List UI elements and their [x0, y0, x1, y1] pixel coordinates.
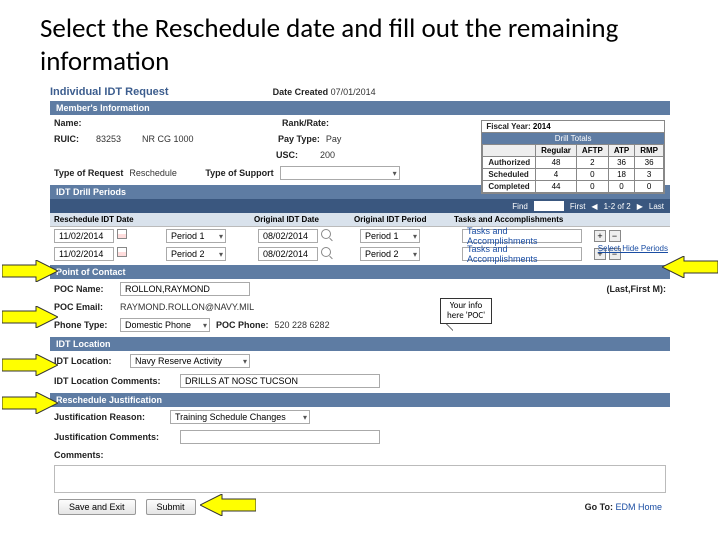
just-comment-input[interactable] [180, 430, 380, 444]
add-row-icon[interactable]: + [594, 230, 606, 242]
name-label: Name: [54, 118, 90, 128]
period-row-2: 11/02/2014 Period 2 08/02/2014 Period 2 … [50, 245, 670, 263]
period-row-1: 11/02/2014 Period 1 08/02/2014 Period 1 … [50, 227, 670, 245]
find-label: Find [512, 202, 528, 211]
save-exit-button[interactable]: Save and Exit [58, 499, 136, 515]
annotation-arrow [200, 494, 256, 516]
form-title: Individual IDT Request [50, 86, 169, 98]
col-orig-period: Original IDT Period [354, 215, 454, 224]
paging-text: 1-2 of 2 [604, 202, 631, 211]
poc-name-label: POC Name: [54, 284, 114, 294]
lastfirst-label: (Last,First M): [607, 284, 667, 294]
type-support-label: Type of Support [205, 168, 273, 178]
poc-email-label: POC Email: [54, 302, 114, 312]
calendar-icon[interactable] [117, 247, 127, 257]
remove-row-icon[interactable]: − [609, 230, 621, 242]
type-request-label: Type of Request [54, 168, 123, 178]
slide-title: Select the Reschedule date and fill out … [0, 0, 720, 86]
tasks-link-2[interactable]: Tasks and Accomplishments [462, 247, 582, 261]
orig-period-1[interactable]: Period 1 [360, 229, 420, 243]
resched-date-2[interactable]: 11/02/2014 [54, 247, 114, 261]
comments-textarea[interactable] [54, 465, 666, 493]
section-member-info: Member's Information [50, 101, 670, 115]
annotation-arrow [2, 306, 58, 328]
ruic-value: 83253 [96, 134, 136, 144]
orig-period-2[interactable]: Period 2 [360, 247, 420, 261]
just-reason-select[interactable]: Training Schedule Changes [170, 410, 310, 424]
goto-label: Go To: [585, 502, 613, 512]
type-support-select[interactable] [280, 166, 400, 180]
submit-button[interactable]: Submit [146, 499, 196, 515]
search-icon[interactable] [321, 229, 331, 239]
section-idt-location: IDT Location [50, 337, 670, 351]
col-resched-date: Reschedule IDT Date [54, 215, 164, 224]
goto-link[interactable]: EDM Home [615, 502, 662, 512]
idt-loc-label: IDT Location: [54, 356, 124, 366]
annotation-arrow [2, 354, 58, 376]
col-orig-date: Original IDT Date [254, 215, 354, 224]
ruic-unit: NR CG 1000 [142, 134, 272, 144]
goto-area: Go To: EDM Home [585, 502, 662, 512]
section-poc: Point of Contact [50, 265, 670, 279]
callout-poc: Your info here 'POC' [440, 298, 492, 324]
drill-col-aftp: AFTP [576, 145, 608, 157]
comments-label: Comments: [54, 450, 104, 460]
drill-col-rmp: RMP [635, 145, 664, 157]
last-link[interactable]: Last [649, 202, 664, 211]
annotation-arrow [662, 256, 718, 278]
just-comment-label: Justification Comments: [54, 432, 174, 442]
usc-value: 200 [320, 150, 335, 160]
period-select-1[interactable]: Period 1 [166, 229, 226, 243]
resched-date-1[interactable]: 11/02/2014 [54, 229, 114, 243]
find-bar: Find Find First ◀ 1-2 of 2 ▶ Last [50, 199, 670, 213]
first-link[interactable]: First [570, 202, 586, 211]
fy-label: Fiscal Year: [486, 122, 530, 131]
poc-phone-label: POC Phone: [216, 320, 269, 330]
orig-date-2[interactable]: 08/02/2014 [258, 247, 318, 261]
poc-phone-value: 520 228 6282 [275, 320, 330, 330]
col-tasks: Tasks and Accomplishments [454, 215, 584, 224]
drill-row-auth: Authorized [483, 157, 536, 169]
date-created-label: Date Created [273, 87, 329, 97]
paytype-label: Pay Type: [278, 134, 320, 144]
tasks-link-1[interactable]: Tasks and Accomplishments [462, 229, 582, 243]
rank-label: Rank/Rate: [282, 118, 329, 128]
callout-line2: here 'POC' [447, 311, 485, 321]
drill-col-atp: ATP [608, 145, 634, 157]
ruic-label: RUIC: [54, 134, 90, 144]
drill-totals-header: Drill Totals [482, 133, 664, 144]
period-select-2[interactable]: Period 2 [166, 247, 226, 261]
search-icon[interactable] [321, 247, 331, 257]
paytype-value: Pay [326, 134, 342, 144]
idt-loc-select[interactable]: Navy Reserve Activity [130, 354, 250, 368]
find-input[interactable] [534, 201, 564, 211]
drill-totals-table: Fiscal Year: 2014 Drill Totals RegularAF… [481, 120, 665, 194]
periods-header-row: Reschedule IDT Date Original IDT Date Or… [50, 213, 670, 227]
idt-loc-comment-input[interactable]: DRILLS AT NOSC TUCSON [180, 374, 380, 388]
drill-row-comp: Completed [483, 181, 536, 193]
poc-name-input[interactable]: ROLLON,RAYMOND [120, 282, 250, 296]
type-request-value: Reschedule [129, 168, 199, 178]
phone-type-select[interactable]: Domestic Phone [120, 318, 210, 332]
drill-col-regular: Regular [536, 145, 577, 157]
drill-row-sched: Scheduled [483, 169, 536, 181]
orig-date-1[interactable]: 08/02/2014 [258, 229, 318, 243]
idt-loc-comment-label: IDT Location Comments: [54, 376, 174, 386]
select-hide-periods-link[interactable]: Select Hide Periods [598, 244, 668, 253]
poc-email-value: RAYMOND.ROLLON@NAVY.MIL [120, 302, 254, 312]
just-reason-label: Justification Reason: [54, 412, 164, 422]
usc-label: USC: [276, 150, 298, 160]
phone-type-label: Phone Type: [54, 320, 114, 330]
annotation-arrow [2, 392, 58, 414]
calendar-icon[interactable] [117, 229, 127, 239]
section-justification: Reschedule Justification [50, 393, 670, 407]
fy-value: 2014 [533, 122, 551, 131]
annotation-arrow [2, 260, 58, 282]
date-created-value: 07/01/2014 [331, 87, 376, 97]
date-created: Date Created 07/01/2014 [273, 87, 376, 97]
